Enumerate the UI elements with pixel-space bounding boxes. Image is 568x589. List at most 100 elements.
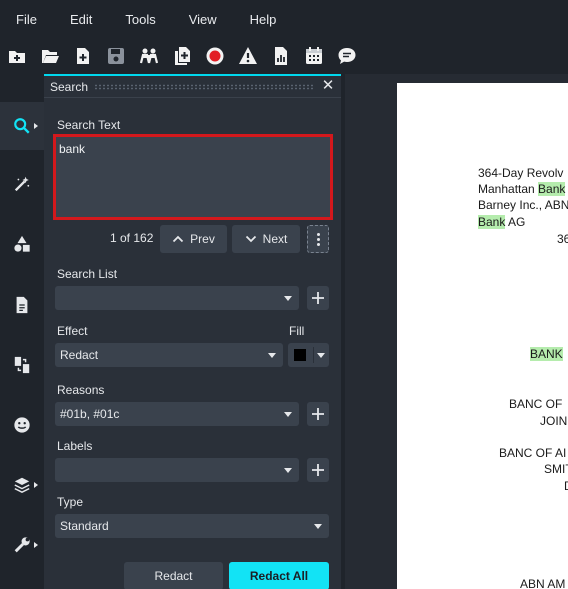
report-icon[interactable] (270, 45, 292, 67)
rail-tools-button[interactable] (0, 521, 44, 569)
search-match-highlight[interactable]: BANK (530, 347, 563, 361)
type-label: Type (57, 495, 84, 509)
menu-file[interactable]: File (16, 12, 37, 27)
menu-view[interactable]: View (189, 12, 217, 27)
calendar-icon[interactable] (303, 45, 325, 67)
menu-help[interactable]: Help (250, 12, 277, 27)
add-file-icon[interactable] (72, 45, 94, 67)
expand-arrow-icon (34, 123, 38, 129)
people-icon[interactable] (138, 45, 160, 67)
more-options-button[interactable] (307, 225, 329, 253)
panel-title: Search (50, 79, 89, 94)
search-match-highlight[interactable]: Bank (478, 215, 506, 229)
effect-select[interactable]: Redact (55, 343, 283, 367)
add-search-list-button[interactable] (307, 286, 329, 310)
dropdown-caret-icon (284, 412, 292, 417)
doc-text-line: 364-Day Revolv (478, 166, 564, 180)
labels-select[interactable] (55, 458, 299, 482)
search-text-value: bank (59, 142, 86, 156)
save-icon[interactable] (105, 45, 127, 67)
search-panel: Search ✕ Search Text bank 1 of 162 Prev … (44, 74, 341, 589)
dropdown-caret-icon (317, 353, 325, 358)
dropdown-caret-icon (268, 353, 276, 358)
doc-text-line: SMIT (544, 462, 568, 476)
smiley-face-icon (14, 417, 30, 433)
reasons-label: Reasons (57, 383, 105, 397)
doc-text-line: Manhattan Bank (478, 182, 566, 196)
reasons-select[interactable]: #01b, #01c (55, 402, 299, 426)
search-list-select[interactable] (55, 286, 299, 310)
plus-icon (312, 292, 324, 304)
doc-text-line: 36 (557, 232, 568, 246)
dropdown-caret-icon (284, 296, 292, 301)
panel-drag-handle[interactable] (94, 83, 315, 90)
rail-search-button[interactable] (0, 102, 44, 150)
reasons-value: #01b, #01c (60, 407, 120, 421)
dropdown-caret-icon (284, 468, 292, 473)
add-reason-button[interactable] (307, 402, 329, 426)
panel-header: Search ✕ (44, 76, 341, 98)
new-document-icon[interactable] (6, 45, 28, 67)
shapes-icon (14, 235, 30, 252)
chat-icon[interactable] (336, 45, 358, 67)
plus-icon (312, 464, 324, 476)
redact-button[interactable]: Redact (124, 562, 223, 589)
warning-icon[interactable] (237, 45, 259, 67)
prev-button[interactable]: Prev (160, 225, 227, 253)
search-icon (14, 118, 30, 134)
magic-wand-icon (14, 176, 30, 192)
toolbar (0, 38, 568, 74)
rail-compare-button[interactable] (0, 341, 44, 389)
doc-text-line: BANK (530, 347, 563, 361)
compare-documents-icon (14, 356, 30, 374)
document-icon (16, 296, 28, 314)
more-options-icon (316, 232, 320, 236)
open-folder-icon[interactable] (39, 45, 61, 67)
rail-document-button[interactable] (0, 281, 44, 329)
menu-bar: File Edit Tools View Help (0, 0, 568, 38)
dropdown-caret-icon (314, 524, 322, 529)
type-select[interactable]: Standard (55, 514, 329, 538)
rail-layers-button[interactable] (0, 461, 44, 509)
fill-color-swatch (294, 349, 306, 361)
expand-arrow-icon (34, 482, 38, 488)
menu-edit[interactable]: Edit (70, 12, 92, 27)
doc-text-line: Barney Inc., ABN (478, 198, 568, 212)
doc-text-line: Bank AG (478, 215, 526, 229)
record-icon[interactable] (204, 45, 226, 67)
expand-arrow-icon (34, 542, 38, 548)
next-label: Next (262, 232, 288, 246)
redact-all-button[interactable]: Redact All (229, 562, 329, 589)
wrench-icon (14, 537, 30, 553)
effect-value: Redact (60, 348, 99, 362)
search-list-label: Search List (57, 267, 118, 281)
next-button[interactable]: Next (232, 225, 300, 253)
effect-label: Effect (57, 324, 88, 338)
doc-text-line: ABN AM (520, 577, 566, 589)
copy-add-icon[interactable] (171, 45, 193, 67)
plus-icon (312, 408, 324, 420)
tool-rail (0, 74, 44, 589)
result-count: 1 of 162 (110, 231, 154, 245)
labels-label: Labels (57, 439, 93, 453)
rail-magic-wand-button[interactable] (0, 160, 44, 208)
doc-text-line: D (564, 479, 568, 493)
add-label-button[interactable] (307, 458, 329, 482)
rail-shapes-button[interactable] (0, 220, 44, 268)
fill-label: Fill (289, 324, 305, 338)
close-icon[interactable]: ✕ (321, 78, 335, 94)
chevron-down-icon (245, 235, 256, 243)
rail-face-button[interactable] (0, 401, 44, 449)
type-value: Standard (60, 519, 109, 533)
search-match-highlight[interactable]: Bank (538, 182, 566, 196)
doc-text-line: JOIN (540, 414, 568, 428)
prev-label: Prev (190, 232, 215, 246)
search-text-label: Search Text (57, 118, 121, 132)
chevron-up-icon (173, 235, 184, 243)
menu-tools[interactable]: Tools (125, 12, 155, 27)
fill-color-picker[interactable] (288, 343, 329, 367)
doc-text-line: BANC OF (509, 397, 563, 411)
layers-icon (14, 477, 30, 494)
document-page[interactable]: 364-Day Revolv Manhattan Bank Barney Inc… (397, 83, 568, 589)
search-text-input[interactable]: bank (53, 134, 333, 220)
